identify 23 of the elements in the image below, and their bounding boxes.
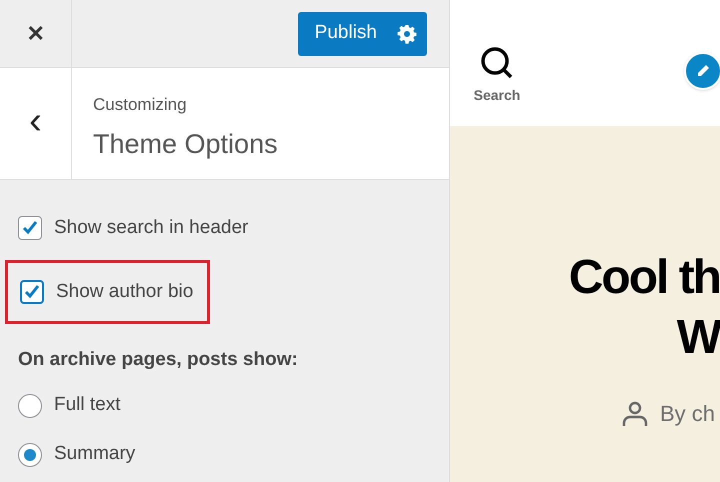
search-button[interactable]: Search [472,46,522,106]
post-title: Cool th [568,250,720,306]
checkbox-label: Show search in header [54,216,248,240]
radio-label: Full text [54,393,121,418]
checkmark-icon [23,283,41,301]
radio-button[interactable] [18,394,42,418]
radio-button[interactable] [18,442,42,466]
checkbox[interactable] [18,216,42,240]
pencil-icon [695,63,711,79]
checkbox[interactable] [20,280,44,304]
edit-button[interactable] [684,52,720,90]
close-button[interactable]: ✕ [0,0,72,67]
archive-heading: On archive pages, posts show: [18,348,299,372]
breadcrumb: Customizing [93,94,188,116]
section-title: Theme Options [93,128,278,161]
back-button[interactable]: ‹ [0,68,72,179]
settings-icon [397,24,417,44]
person-icon [622,400,648,428]
radio-label: Summary [54,442,136,466]
post-title: W [676,310,720,366]
author-byline: By ch [660,400,716,428]
checkbox-label: Show author bio [56,280,194,304]
checkmark-icon [21,219,39,237]
